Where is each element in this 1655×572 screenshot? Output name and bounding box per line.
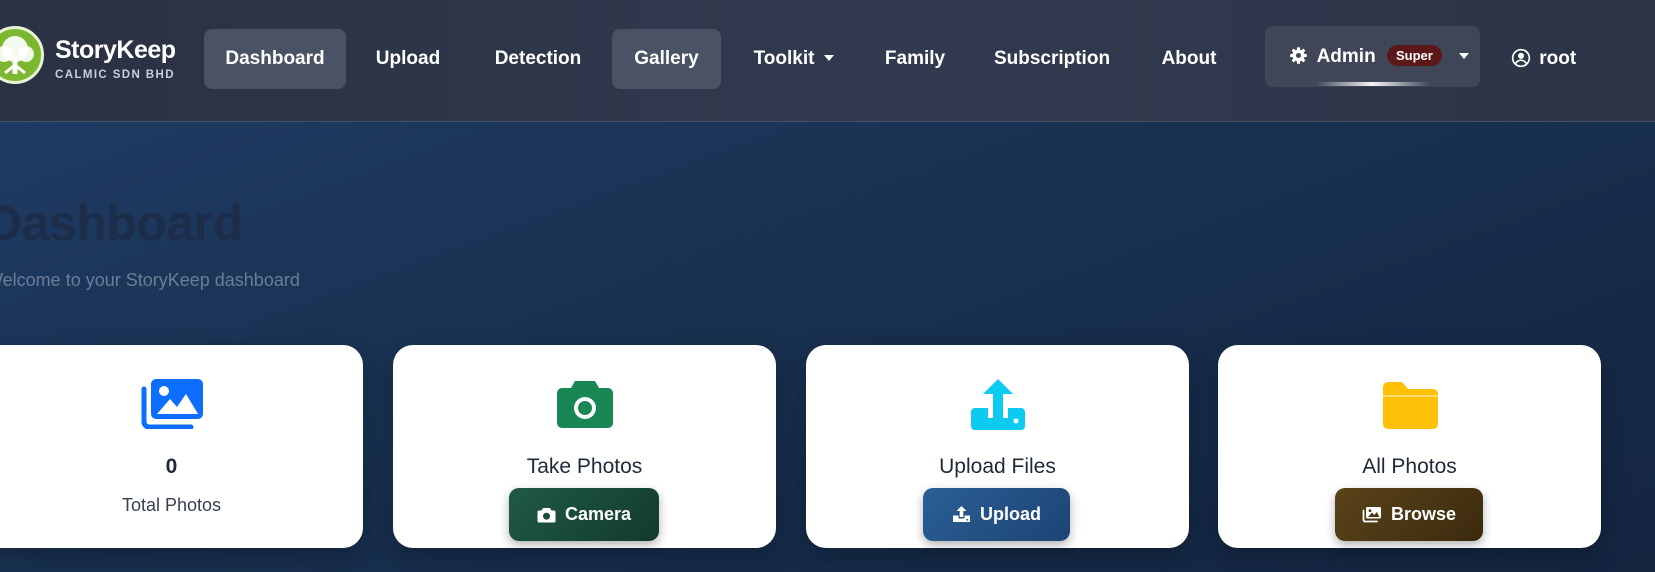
upload-icon (953, 506, 970, 522)
all-photos-title: All Photos (1362, 455, 1457, 478)
total-photos-label: Total Photos (121, 495, 222, 515)
nav-about[interactable]: About (1154, 29, 1224, 89)
page-subtitle: Welcome to your StoryKeep dashboard (0, 270, 300, 290)
main-content: Dashboard Welcome to your StoryKeep dash… (0, 122, 1655, 572)
upload-button-label: Upload (980, 504, 1041, 524)
nav-subscription[interactable]: Subscription (986, 29, 1118, 89)
caret-down-icon (824, 55, 835, 61)
images-icon (1362, 507, 1381, 523)
upload-files-title: Upload Files (939, 455, 1056, 478)
nav-gallery[interactable]: Gallery (612, 29, 721, 89)
nav-detection[interactable]: Detection (478, 29, 598, 89)
camera-button-label: Camera (564, 504, 632, 524)
nav-toolkit-label: Toolkit (753, 48, 815, 69)
take-photos-card: Take Photos Camera (393, 345, 776, 548)
upload-button[interactable]: Upload (923, 488, 1070, 541)
take-photos-title: Take Photos (526, 455, 643, 478)
folder-icon (1382, 382, 1438, 429)
page-title: Dashboard (0, 195, 243, 251)
nav-family[interactable]: Family (870, 29, 960, 89)
total-photos-card: 0 Total Photos (0, 345, 363, 548)
browse-button[interactable]: Browse (1335, 488, 1483, 541)
gear-icon (1290, 47, 1307, 64)
brand-name: StoryKeep (55, 36, 176, 64)
brand-company: CALMIC SDN BHD (55, 69, 175, 81)
caret-down-icon (1459, 53, 1470, 59)
nav-upload[interactable]: Upload (357, 29, 459, 89)
admin-glow (1315, 82, 1430, 86)
camera-icon (537, 508, 556, 523)
user-circle-icon (1511, 48, 1531, 68)
all-photos-card: All Photos Browse (1218, 345, 1601, 548)
images-icon (141, 379, 203, 429)
nav-dashboard[interactable]: Dashboard (204, 29, 346, 89)
camera-icon (556, 381, 613, 428)
super-badge: Super (1386, 45, 1442, 66)
tree-logo-icon (0, 26, 44, 84)
admin-dropdown-button[interactable]: Admin Super (1265, 26, 1480, 87)
upload-files-card: Upload Files Upload (806, 345, 1189, 548)
browse-button-label: Browse (1390, 504, 1457, 524)
nav-toolkit-dropdown[interactable]: Toolkit (740, 29, 848, 89)
upload-icon (970, 379, 1025, 430)
admin-label: Admin (1316, 46, 1376, 67)
camera-button[interactable]: Camera (509, 488, 659, 541)
user-label: root (1539, 48, 1577, 69)
user-menu-root[interactable]: root (1511, 29, 1576, 89)
navbar: StoryKeep CALMIC SDN BHD Dashboard Uploa… (0, 0, 1655, 122)
total-photos-value: 0 (165, 455, 178, 478)
